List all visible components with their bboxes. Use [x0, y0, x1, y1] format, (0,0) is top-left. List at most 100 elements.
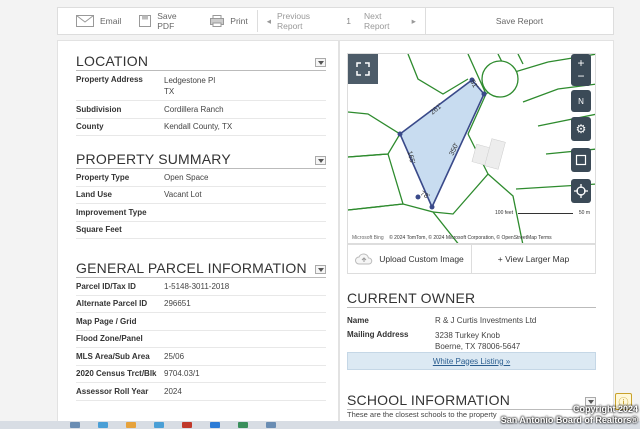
field-label: Land Use	[76, 190, 113, 200]
next-report-button[interactable]: Next Report ▸	[355, 8, 425, 34]
taskbar-app-icon[interactable]	[126, 422, 136, 428]
table-row: MLS Area/Sub Area 25/06	[76, 348, 326, 366]
email-button[interactable]: Email	[58, 8, 130, 34]
view-larger-map-button[interactable]: + View Larger Map	[471, 245, 595, 273]
save-report-label: Save Report	[495, 16, 544, 26]
property-summary-section: PROPERTY SUMMARY Property Type Open Spac…	[76, 151, 326, 239]
current-owner-section: CURRENT OWNER Name R & J Curtis Investme…	[347, 290, 596, 352]
zoom-out-icon[interactable]: −	[577, 70, 584, 83]
gear-icon: ⚙	[575, 122, 587, 136]
field-label: Property Address	[76, 75, 143, 84]
taskbar-app-icon[interactable]	[182, 422, 192, 428]
previous-report-label: Previous Report	[276, 11, 311, 31]
field-label: Mailing Address	[347, 330, 409, 339]
table-row: Map Page / Grid	[76, 313, 326, 331]
crosshair-icon	[574, 184, 588, 198]
table-row: Alternate Parcel ID 296651	[76, 296, 326, 313]
zoom-controls: + −	[571, 54, 591, 86]
scale-feet: 100 feet	[495, 210, 514, 216]
table-row: Name R & J Curtis Investments Ltd	[347, 312, 596, 328]
table-row: Mailing Address 3238 Turkey Knob Boerne,…	[347, 330, 596, 352]
location-title: LOCATION	[76, 53, 149, 69]
compass-icon: N	[578, 96, 584, 106]
summary-rows: Property Type Open Space Land Use Vacant…	[76, 169, 326, 239]
copyright-text: © 2024 TomTom, © 2024 Microsoft Corporat…	[389, 235, 552, 241]
collapse-toggle-icon[interactable]	[315, 58, 326, 67]
cloud-upload-icon	[355, 253, 373, 265]
location-section: LOCATION Property Address Ledgestone Pl …	[76, 53, 326, 136]
map-copyright: Microsoft Bing © 2024 TomTom, © 2024 Mic…	[352, 235, 552, 241]
location-rows: Property Address Ledgestone Pl TX Subdiv…	[76, 71, 326, 136]
cul-de-sac	[481, 60, 519, 98]
address-line-1: Ledgestone Pl	[164, 76, 216, 85]
collapse-toggle-icon[interactable]	[315, 265, 326, 274]
field-label: Improvement Type	[76, 207, 147, 217]
table-row: Land Use Vacant Lot	[76, 187, 326, 204]
email-label: Email	[100, 16, 122, 26]
field-label: Name	[347, 315, 369, 325]
mailing-address: 3238 Turkey Knob Boerne, TX 78006-5647	[435, 330, 520, 352]
owner-rows: Name R & J Curtis Investments Ltd Mailin…	[347, 312, 596, 352]
school-note: These are the closest schools to the pro…	[347, 410, 497, 419]
field-value: Vacant Lot	[164, 190, 202, 200]
field-label: Assessor Roll Year	[76, 386, 149, 396]
taskbar-app-icon[interactable]	[98, 422, 108, 428]
scale-meters: 50 m	[578, 210, 590, 216]
field-value: 25/06	[164, 351, 185, 361]
next-report-label: Next Report	[363, 11, 390, 31]
property-details-panel: LOCATION Property Address Ledgestone Pl …	[57, 40, 339, 429]
table-row: Flood Zone/Panel	[76, 331, 326, 348]
field-value: 9704.03/1	[164, 369, 200, 379]
current-owner-header: CURRENT OWNER	[347, 290, 596, 308]
field-label: Parcel ID/Tax ID	[76, 281, 136, 291]
larger-map-label: + View Larger Map	[497, 254, 570, 264]
map-actions: Upload Custom Image + View Larger Map	[347, 244, 596, 274]
report-toolbar: Email Save PDF Print ◂ Previous Report 1…	[57, 7, 614, 35]
field-value: 2024	[164, 386, 182, 396]
field-label: Property Type	[76, 172, 130, 182]
table-row: Parcel ID/Tax ID 1-5148-3011-2018	[76, 278, 326, 296]
field-value: 1-5148-3011-2018	[164, 281, 230, 291]
table-row: County Kendall County, TX	[76, 119, 326, 136]
upload-custom-image-button[interactable]: Upload Custom Image	[348, 245, 471, 273]
parcel-map[interactable]: 261' 51' 350' 165' 78' + − N ⚙ 100 feet …	[347, 53, 596, 244]
field-label: Square Feet	[76, 225, 122, 235]
collapse-toggle-icon[interactable]	[315, 156, 326, 165]
previous-report-button[interactable]: ◂ Previous Report	[258, 8, 343, 34]
owner-name: R & J Curtis Investments Ltd	[435, 315, 537, 325]
locate-button[interactable]	[571, 179, 591, 203]
address-line-2: Boerne, TX 78006-5647	[435, 342, 521, 351]
table-row: Square Feet	[76, 222, 326, 239]
taskbar-app-icon[interactable]	[238, 422, 248, 428]
print-button[interactable]: Print	[201, 8, 256, 34]
compass-button[interactable]: N	[571, 90, 591, 112]
expand-map-button[interactable]	[348, 54, 378, 84]
draw-area-button[interactable]	[571, 148, 591, 172]
field-value: Cordillera Ranch	[164, 104, 224, 114]
address-line-1: 3238 Turkey Knob	[435, 331, 500, 340]
general-parcel-section: GENERAL PARCEL INFORMATION Parcel ID/Tax…	[76, 260, 326, 401]
field-label: County	[76, 122, 104, 132]
school-information-title: SCHOOL INFORMATION	[347, 392, 511, 408]
white-pages-link[interactable]: White Pages Listing »	[347, 352, 596, 370]
table-row: Property Address Ledgestone Pl TX	[76, 71, 326, 101]
taskbar-app-icon[interactable]	[70, 422, 80, 428]
table-row: Improvement Type	[76, 204, 326, 222]
map-settings-button[interactable]: ⚙	[571, 117, 591, 141]
save-pdf-button[interactable]: Save PDF	[130, 8, 201, 34]
taskbar-app-icon[interactable]	[266, 422, 276, 428]
taskbar-app-icon[interactable]	[154, 422, 164, 428]
upload-label: Upload Custom Image	[379, 254, 464, 264]
field-value: Ledgestone Pl TX	[164, 71, 215, 97]
save-pdf-label: Save PDF	[157, 11, 177, 31]
chevron-right-icon: ▸	[411, 15, 416, 26]
address-line-2: TX	[164, 87, 175, 96]
table-row: Property Type Open Space	[76, 169, 326, 187]
general-parcel-title: GENERAL PARCEL INFORMATION	[76, 260, 307, 276]
current-owner-title: CURRENT OWNER	[347, 290, 476, 306]
map-owner-panel: 261' 51' 350' 165' 78' + − N ⚙ 100 feet …	[339, 40, 614, 429]
field-value: 296651	[164, 299, 191, 309]
taskbar-app-icon[interactable]	[210, 422, 220, 428]
save-report-button[interactable]: Save Report	[424, 8, 613, 34]
floppy-icon	[139, 15, 152, 27]
